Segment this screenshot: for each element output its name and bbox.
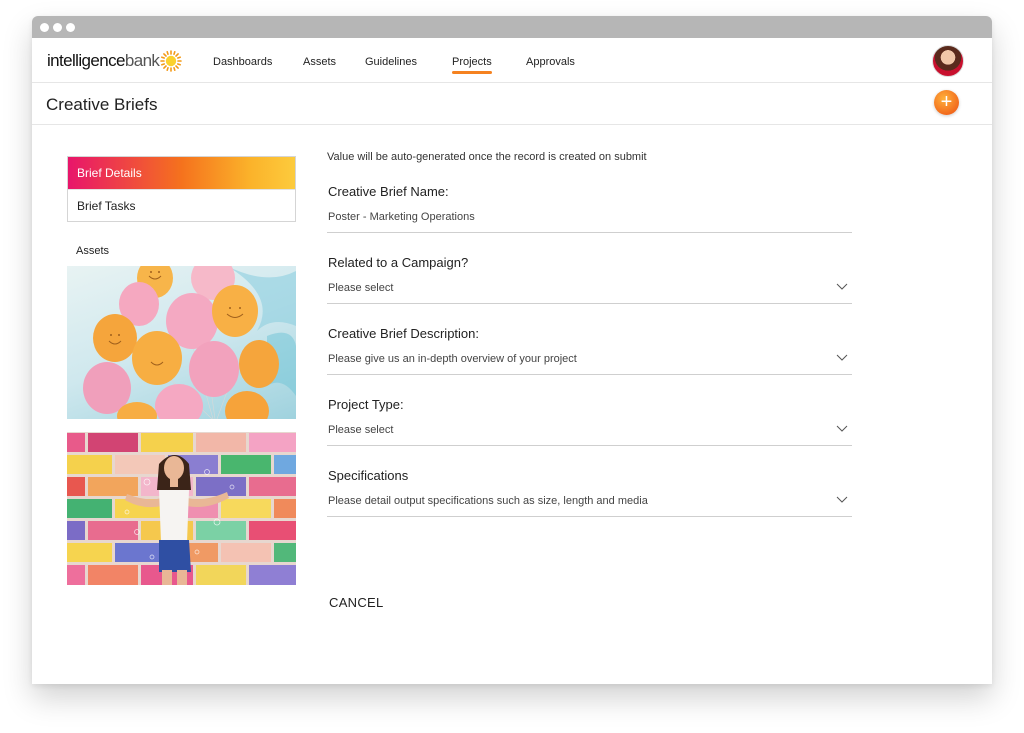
nav-assets[interactable]: Assets <box>303 56 336 68</box>
brief-side-menu: Brief Details Brief Tasks <box>67 156 296 222</box>
assets-heading: Assets <box>76 245 110 257</box>
chevron-down-icon <box>836 283 848 290</box>
page-title: Creative Briefs <box>46 95 158 114</box>
nav-approvals[interactable]: Approvals <box>526 56 575 68</box>
chevron-down-icon <box>836 425 848 432</box>
creative-brief-name-input[interactable]: Poster - Marketing Operations <box>327 211 852 233</box>
field-creative-brief-name: Creative Brief Name: Poster - Marketing … <box>327 184 852 233</box>
specifications-input[interactable]: Please detail output specifications such… <box>327 495 852 517</box>
sun-logo-icon <box>160 50 183 72</box>
chevron-down-icon <box>836 496 848 503</box>
page-header: Creative Briefs + <box>32 83 992 125</box>
woman-brick-wall-image[interactable] <box>67 432 296 585</box>
logo-text-secondary: bank <box>124 51 160 70</box>
logo-text-primary: intelligence <box>47 51 125 70</box>
specifications-label: Specifications <box>328 468 409 483</box>
nav-dashboards[interactable]: Dashboards <box>213 56 272 68</box>
menu-item-brief-tasks[interactable]: Brief Tasks <box>68 189 295 221</box>
brief-description-label: Creative Brief Description: <box>328 326 479 341</box>
window-titlebar <box>32 16 992 38</box>
field-specifications: Specifications Please detail output spec… <box>327 468 852 517</box>
user-avatar[interactable] <box>932 45 964 77</box>
balloons-illustration <box>83 266 296 419</box>
field-brief-description: Creative Brief Description: Please give … <box>327 326 852 375</box>
creative-brief-name-label: Creative Brief Name: <box>328 184 449 199</box>
balloons-image[interactable] <box>67 266 296 419</box>
window-maximize-dot[interactable] <box>66 22 75 32</box>
menu-item-brief-details[interactable]: Brief Details <box>68 157 295 189</box>
related-campaign-label: Related to a Campaign? <box>328 255 469 270</box>
project-type-select[interactable]: Please select <box>327 424 852 446</box>
top-navbar: intelligence bank Dashboards Assets Guid… <box>32 38 992 83</box>
intelligencebank-logo[interactable]: intelligence bank <box>47 50 183 72</box>
creative-brief-name-value: Poster - Marketing Operations <box>328 211 475 223</box>
project-type-label: Project Type: <box>328 397 404 412</box>
project-type-value: Please select <box>328 424 394 436</box>
brick-wall-illustration <box>67 432 296 585</box>
creative-brief-form: Value will be auto-generated once the re… <box>327 151 852 539</box>
window-minimize-dot[interactable] <box>53 22 62 32</box>
specifications-value: Please detail output specifications such… <box>328 495 648 507</box>
nav-guidelines[interactable]: Guidelines <box>365 56 417 68</box>
chevron-down-icon <box>836 354 848 361</box>
brief-description-input[interactable]: Please give us an in-depth overview of y… <box>327 353 852 375</box>
related-campaign-select[interactable]: Please select <box>327 282 852 304</box>
browser-window: intelligence bank Dashboards Assets Guid… <box>32 16 992 684</box>
auto-generated-note: Value will be auto-generated once the re… <box>327 151 647 163</box>
window-close-dot[interactable] <box>40 22 49 32</box>
field-related-campaign: Related to a Campaign? Please select <box>327 255 852 304</box>
cancel-button[interactable]: CANCEL <box>329 595 384 610</box>
brief-description-value: Please give us an in-depth overview of y… <box>328 353 577 365</box>
related-campaign-value: Please select <box>328 282 394 294</box>
field-project-type: Project Type: Please select <box>327 397 852 446</box>
nav-projects[interactable]: Projects <box>452 56 492 74</box>
add-brief-button[interactable]: + <box>934 90 959 115</box>
